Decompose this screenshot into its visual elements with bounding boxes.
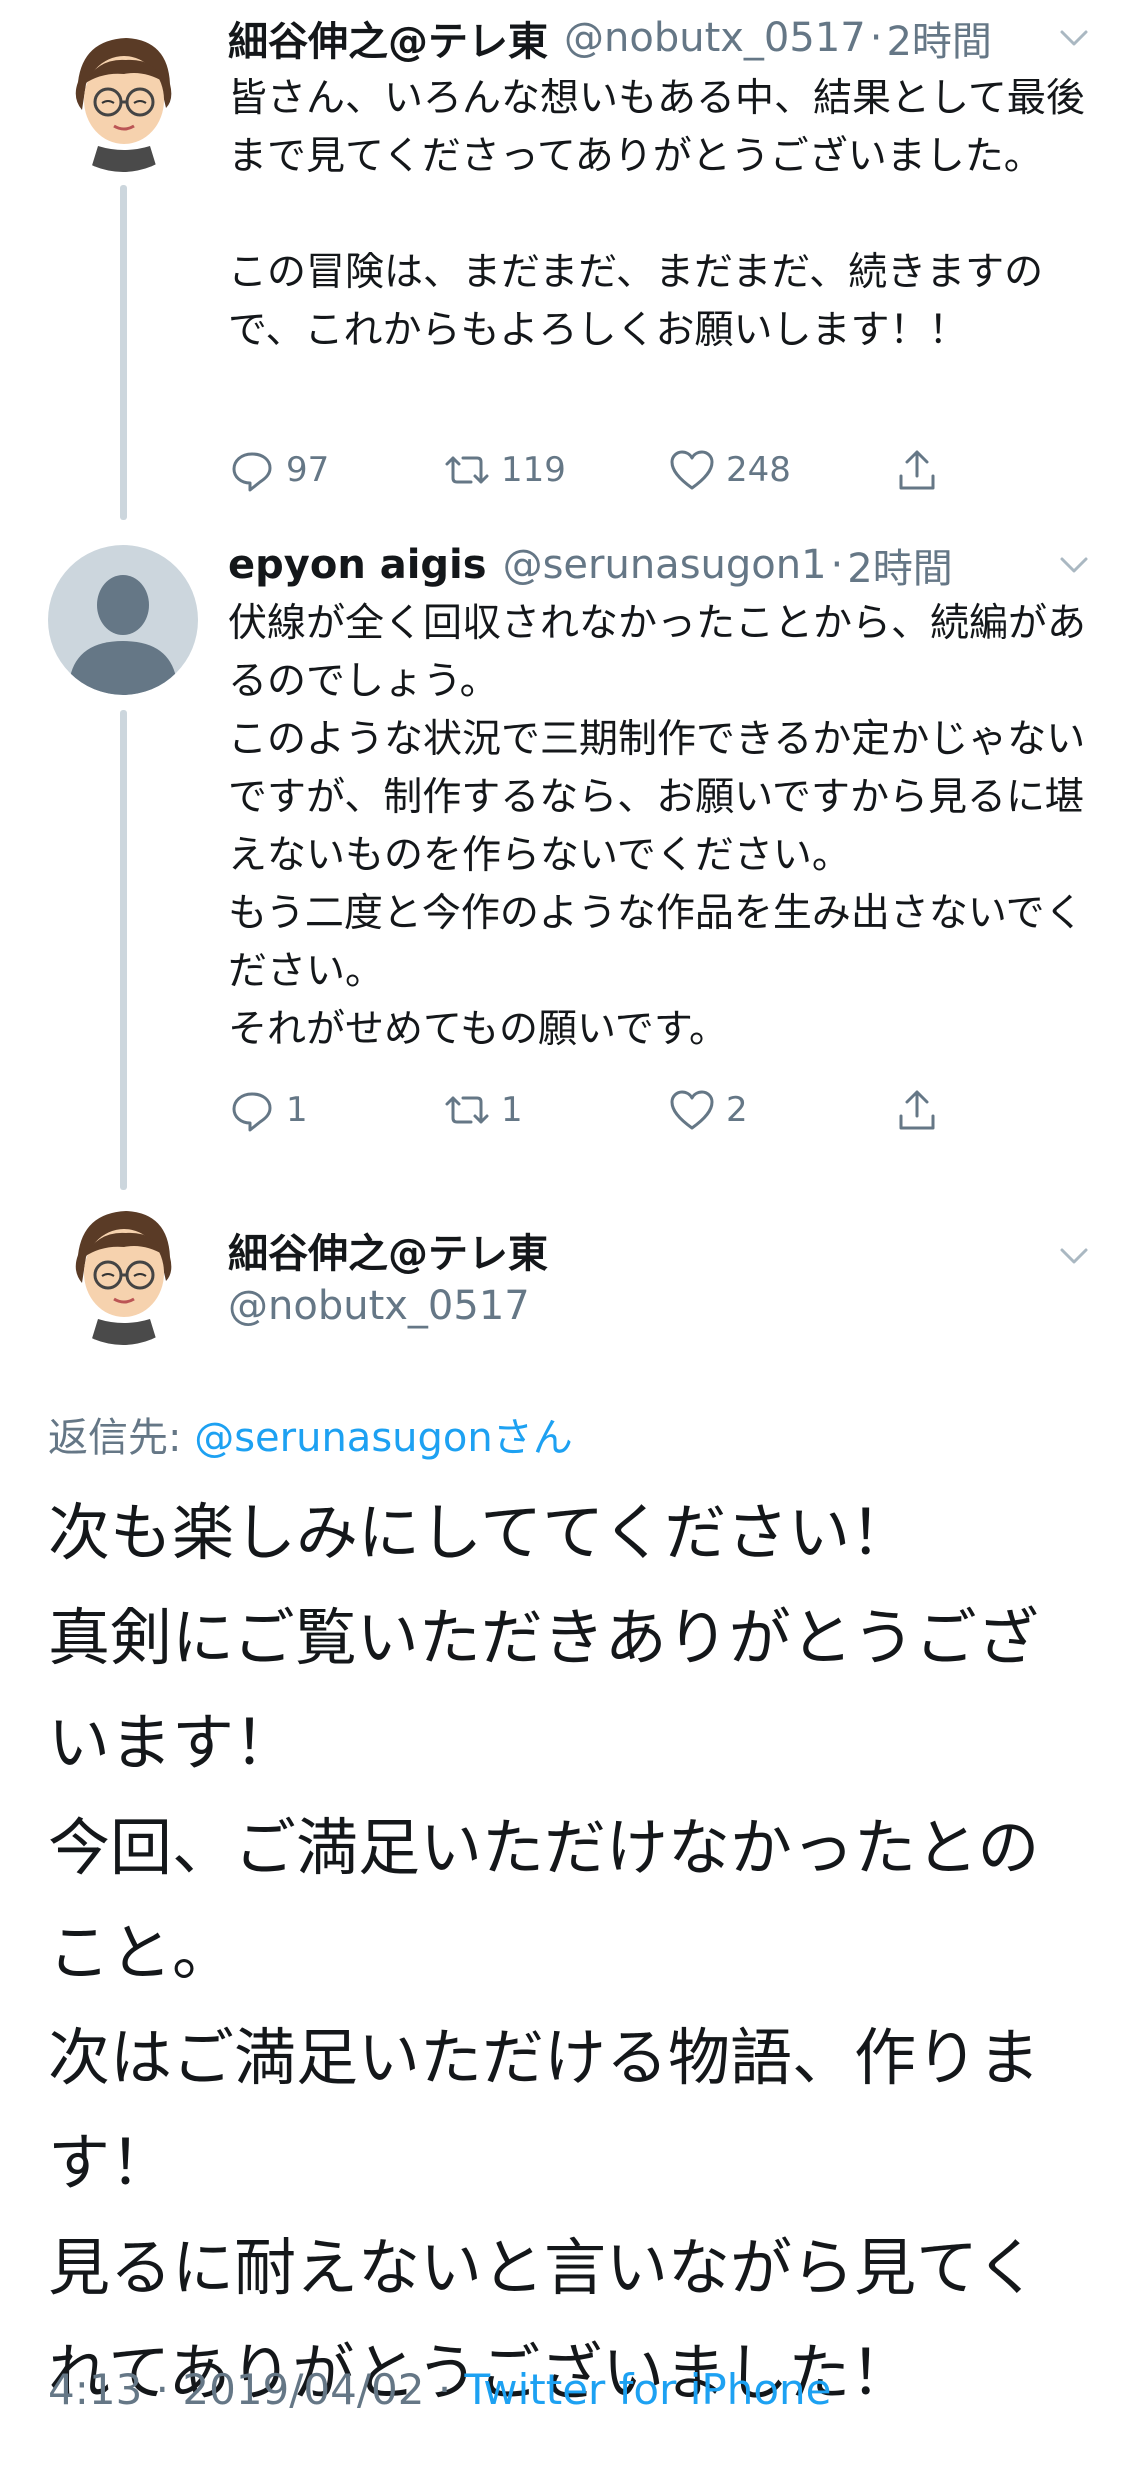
tweet-text: 皆さん、いろんな想いもある中、結果として最後まで見てくださってありがとうございま… [228,76,1085,353]
display-name[interactable]: epyon aigis [228,542,487,588]
retweet-button[interactable]: 1 [443,1080,523,1140]
tweet-actions: 97 119 248 [228,440,958,500]
tweet-actions: 1 1 2 [228,1080,958,1140]
chevron-down-icon[interactable] [1054,545,1094,585]
chevron-down-icon[interactable] [1054,1236,1094,1276]
like-count: 2 [726,1090,748,1130]
tweet-source-link[interactable]: Twitter for iPhone [465,2365,832,2414]
avatar-illustration-icon [48,1195,198,1345]
separator-dot: · [869,15,883,61]
tweet-date: 2019/04/02 [182,2365,425,2414]
reply-button[interactable]: 1 [228,1080,308,1140]
reply-count: 97 [286,450,330,490]
like-icon [670,450,714,490]
user-handle[interactable]: @nobutx_0517 [564,15,866,61]
reply-to-mention[interactable]: @serunasugonさん [194,1415,573,1461]
share-icon [899,1090,935,1130]
like-icon [670,1090,714,1130]
avatar-illustration-icon [48,22,198,172]
share-icon [899,450,935,490]
tweet-header: 細谷伸之@テレ東 [228,1222,1094,1278]
default-avatar[interactable] [48,545,198,695]
tweet-timestamp: 4:13 [48,2365,143,2414]
share-button[interactable] [893,440,951,500]
retweet-icon [445,1096,489,1124]
like-button[interactable]: 248 [668,440,791,500]
separator-dot: · [830,542,844,588]
avatar[interactable] [48,22,198,172]
reply-button[interactable]: 97 [228,440,329,500]
main-tweet-text: 次も楽しみにしててください！ 真剣にご覧いただきありがとうございます！ 今回、ご… [48,1496,1041,2409]
user-handle[interactable]: @nobutx_0517 [228,1283,530,1329]
tweet-handle-row: @nobutx_0517 [228,1278,1094,1334]
share-button[interactable] [893,1080,951,1140]
user-handle[interactable]: @serunasugon1 [503,542,827,588]
separator-dot: · [424,2365,465,2414]
reply-to-line: 返信先: @serunasugonさん [48,1405,573,1463]
tweet-time[interactable]: 2時間 [886,9,991,67]
reply-count: 1 [286,1090,308,1130]
retweet-count: 1 [501,1090,523,1130]
tweet-meta: 4:13 · 2019/04/02 · Twitter for iPhone [48,2365,832,2414]
like-count: 248 [726,450,791,490]
tweet-header: epyon aigis @serunasugon1 · 2時間 [228,537,1094,593]
like-button[interactable]: 2 [668,1080,748,1140]
retweet-icon [445,456,489,484]
retweet-button[interactable]: 119 [443,440,566,500]
reply-to-prefix: 返信先: [48,1415,195,1461]
separator-dot: · [142,2365,183,2414]
reply-icon [232,452,272,492]
retweet-count: 119 [501,450,566,490]
avatar[interactable] [48,1195,198,1345]
chevron-down-icon[interactable] [1054,18,1094,58]
tweet-time[interactable]: 2時間 [847,536,952,594]
default-avatar-icon [70,575,176,695]
thread-line-1 [120,185,127,520]
tweet-header: 細谷伸之@テレ東 @nobutx_0517 · 2時間 [228,10,1094,66]
display-name[interactable]: 細谷伸之@テレ東 [228,9,548,67]
display-name[interactable]: 細谷伸之@テレ東 [228,1221,548,1279]
reply-icon [232,1092,272,1132]
thread-line-2 [120,710,127,1190]
tweet-text: 伏線が全く回収されなかったことから、続編があるのでしょう。 このような状況で三期… [228,601,1087,1052]
